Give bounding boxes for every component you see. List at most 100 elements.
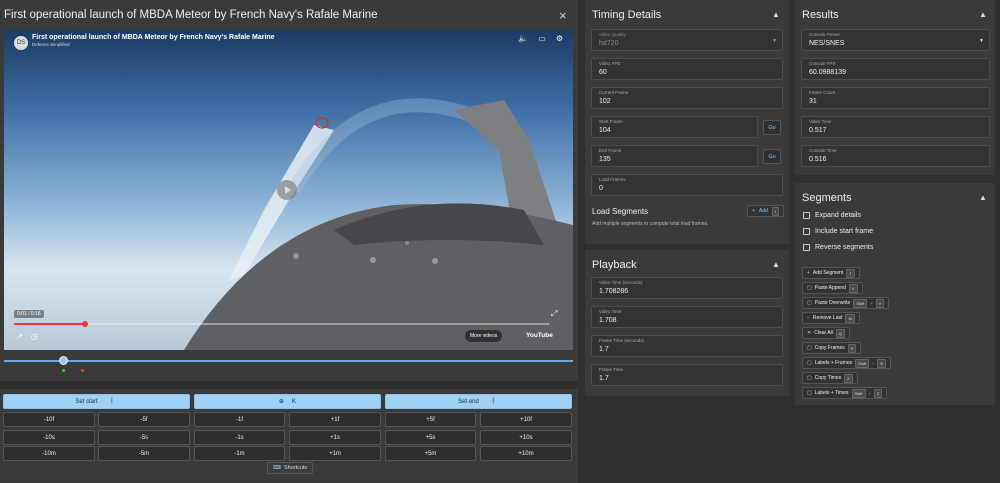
go-start-button[interactable]: Go [763,120,781,135]
field-label: Console Preset [809,32,840,37]
add-load-segment-button[interactable]: + Add I [747,205,784,217]
step-fwd-10f-button[interactable]: +10f [480,412,572,427]
collapse-chevron-icon[interactable]: ▲ [772,10,780,19]
step-fwd-1m-button[interactable]: +1m [289,446,381,461]
video-player[interactable]: DS First operational launch of MBDA Mete… [4,30,573,350]
expand-details-checkbox[interactable]: Expand details [803,212,861,219]
fullscreen-icon[interactable]: ⤢ [551,309,557,319]
remove-last-button[interactable]: − Remove Last W [802,312,861,324]
clear-all-button[interactable]: ✕ Clear All Q [802,327,850,339]
video-time-seconds-field[interactable]: Video Time (seconds) 1.708286 [591,277,783,299]
close-icon[interactable]: × [559,8,567,23]
kbd-hint: Z [844,373,853,383]
settings-gear-icon[interactable]: ⚙ [556,34,563,43]
results-title: Results [802,9,839,21]
kbd-hint: Shift [851,388,866,398]
start-frame-field[interactable]: Start Frame 104 [591,116,758,138]
collapse-chevron-icon[interactable]: ▲ [772,260,780,269]
field-value: 1.7 [599,375,609,382]
step-back-1s-button[interactable]: -1s [194,430,285,445]
go-end-button[interactable]: Go [763,149,781,164]
step-back-1m-button[interactable]: -1m [194,446,285,461]
yt-progress-bar[interactable] [14,321,549,327]
clipboard-icon: ▢ [807,300,812,306]
kbd-plus: + [868,390,871,396]
timeline-thumb[interactable] [59,356,68,365]
button-label: Copy Times [814,375,842,381]
checkbox-label: Expand details [815,212,861,219]
keyframe-icon: ⊕ [278,399,284,405]
step-back-5f-button[interactable]: -5f [98,412,190,427]
segments-panel: Segments ▲ Expand details Include start … [795,183,995,405]
paste-overwrite-button[interactable]: ▢ Paste Overwrite Shift + V [802,297,890,309]
yt-progress-thumb[interactable] [82,321,88,327]
frame-time-field[interactable]: Frame Time 1.7 [591,364,783,386]
share-icon[interactable]: ↗ [16,332,23,341]
shortcuts-button[interactable]: ⌨ Shortcuts [267,462,314,474]
include-start-frame-checkbox[interactable]: Include start frame [803,228,873,235]
step-back-5m-button[interactable]: -5m [98,446,190,461]
kbd-hint: Q [835,328,845,338]
keyframe-button[interactable]: ⊕ K [194,394,381,409]
paste-append-button[interactable]: ▢ Paste Append V [802,282,863,294]
step-back-5s-button[interactable]: -5s [98,430,190,445]
yt-channel-name[interactable]: Defence Simplified [32,42,70,47]
frame-time-seconds-field[interactable]: Frame Time (seconds) 1.7 [591,335,783,357]
step-fwd-5m-button[interactable]: +5m [385,446,476,461]
step-fwd-1s-button[interactable]: +1s [289,430,381,445]
shortcuts-label: Shortcuts [283,465,308,471]
labels-times-button[interactable]: ▢ Labels + Times Shift + Z [802,387,888,399]
set-start-button[interactable]: Set start ⎸ [3,394,190,409]
step-fwd-1f-button[interactable]: +1f [289,412,381,427]
copy-icon: ▢ [807,375,812,381]
field-value: 31 [809,98,817,105]
timing-details-panel: Timing Details ▲ Video Quality hd720 ▼ V… [585,0,789,244]
playback-title: Playback [592,259,637,271]
step-fwd-5s-button[interactable]: +5s [385,430,476,445]
channel-avatar[interactable]: DS [14,36,28,50]
end-frame-field[interactable]: End Frame 135 [591,145,758,167]
step-back-10m-button[interactable]: -10m [3,446,95,461]
kbd-hint: V [848,283,858,293]
current-frame-field[interactable]: Current Frame 102 [591,87,783,109]
field-value: 60.0988139 [809,69,846,76]
yt-video-title[interactable]: First operational launch of MBDA Meteor … [32,34,275,41]
collapse-chevron-icon[interactable]: ▲ [979,193,987,202]
watch-later-icon[interactable]: ◷ [31,332,38,341]
load-frames-field[interactable]: Load Frames 0 [591,174,783,196]
video-fps-field[interactable]: Video FPS 60 [591,58,783,80]
field-value: hd720 [599,40,619,47]
console-time-field[interactable]: Console Time 0.516 [801,145,990,167]
more-videos-button[interactable]: More videos [465,330,503,342]
collapse-chevron-icon[interactable]: ▲ [979,10,987,19]
checkbox-icon [803,244,810,251]
add-segment-button[interactable]: + Add Segment T [802,267,860,279]
step-fwd-10s-button[interactable]: +10s [480,430,572,445]
video-time-field[interactable]: Video Time 1.708 [591,306,783,328]
labels-frames-button[interactable]: ▢ Labels + Frames Shift + E [802,357,892,369]
volume-icon[interactable]: 🔈 [518,34,528,43]
step-fwd-5f-button[interactable]: +5f [385,412,476,427]
frame-count-field[interactable]: Frame Count 31 [801,87,990,109]
video-quality-select[interactable]: Video Quality hd720 ▼ [591,29,783,51]
console-fps-field[interactable]: Console FPS 60.0988139 [801,58,990,80]
field-value: 1.708 [599,317,617,324]
reverse-segments-checkbox[interactable]: Reverse segments [803,244,873,251]
captions-icon[interactable]: ▭ [538,34,546,43]
step-back-10f-button[interactable]: -10f [3,412,95,427]
yt-progress-fill [14,323,84,325]
button-label: Remove Last [812,315,843,321]
copy-frames-button[interactable]: ▢ Copy Frames E [802,342,862,354]
youtube-logo[interactable]: YouTube [526,332,553,339]
step-fwd-10m-button[interactable]: +10m [480,446,572,461]
timeline-track[interactable] [4,360,573,362]
result-video-time-field[interactable]: Video Time 0.517 [801,116,990,138]
copy-times-button[interactable]: ▢ Copy Times Z [802,372,858,384]
play-button[interactable] [277,180,297,200]
console-preset-select[interactable]: Console Preset NES/SNES ▼ [801,29,990,51]
set-end-button[interactable]: Set end ⎸ [385,394,572,409]
step-back-10s-button[interactable]: -10s [3,430,95,445]
timing-details-title: Timing Details [592,9,662,21]
button-label: Copy Frames [814,345,845,351]
step-back-1f-button[interactable]: -1f [194,412,285,427]
